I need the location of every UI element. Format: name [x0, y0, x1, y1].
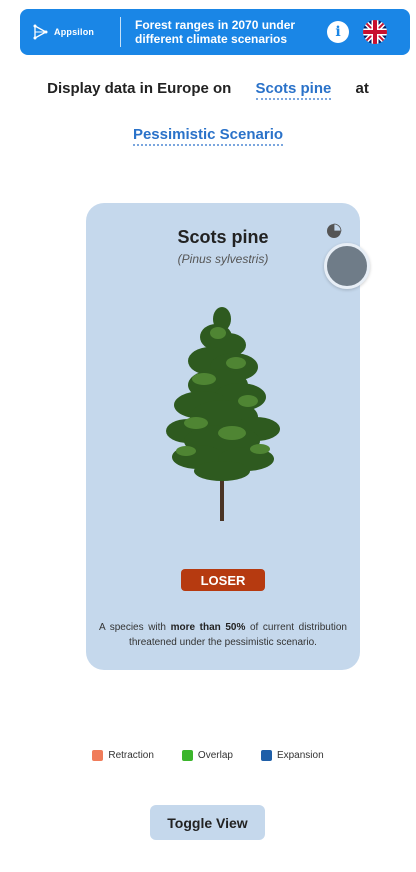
- legend-label: Overlap: [197, 750, 233, 761]
- legend-label: Retraction: [108, 750, 154, 761]
- header-divider: [120, 17, 121, 47]
- species-description: A species with more than 50% of current …: [99, 620, 347, 650]
- description-before: A species with: [99, 622, 166, 633]
- map-toggle-button[interactable]: [324, 243, 370, 289]
- uk-flag-icon[interactable]: [363, 20, 387, 44]
- selector-prefix: Display data in Europe on: [47, 80, 232, 97]
- species-dropdown[interactable]: Scots pine: [255, 80, 332, 100]
- info-icon[interactable]: i: [327, 21, 349, 43]
- app-header: Appsilon Forest ranges in 2070 under dif…: [20, 9, 410, 55]
- toggle-view-button[interactable]: Toggle View: [150, 805, 265, 840]
- scenario-dropdown[interactable]: Pessimistic Scenario: [132, 126, 284, 146]
- legend-swatch: [260, 750, 272, 761]
- selector-joiner: at: [355, 80, 369, 97]
- legend-item-overlap: Overlap: [181, 750, 233, 761]
- legend-swatch: [92, 750, 104, 761]
- status-badge: LOSER: [181, 569, 265, 591]
- legend-label: Expansion: [276, 750, 324, 761]
- app-title: Forest ranges in 2070 under different cl…: [135, 18, 296, 46]
- brand[interactable]: Appsilon: [32, 23, 112, 41]
- species-name: Scots pine: [177, 227, 269, 247]
- appsilon-logo-icon: [33, 24, 48, 40]
- brand-name: Appsilon: [54, 27, 95, 37]
- legend-swatch: [181, 750, 193, 761]
- description-highlight: more than 50%: [170, 622, 246, 633]
- pie-chart-icon[interactable]: [326, 223, 342, 239]
- map-legend: Retraction Overlap Expansion: [0, 750, 416, 761]
- legend-item-retraction: Retraction: [92, 750, 154, 761]
- species-latin-name: (Pinus sylvestris): [177, 252, 269, 266]
- scenario-selector-line: Pessimistic Scenario: [0, 126, 416, 146]
- scots-pine-image: [166, 307, 280, 521]
- legend-item-expansion: Expansion: [260, 750, 324, 761]
- species-card: Scots pine (Pinus sylvestris) LOSER A sp…: [86, 203, 370, 670]
- species-selector-line: Display data in Europe on Scots pine at: [0, 80, 416, 100]
